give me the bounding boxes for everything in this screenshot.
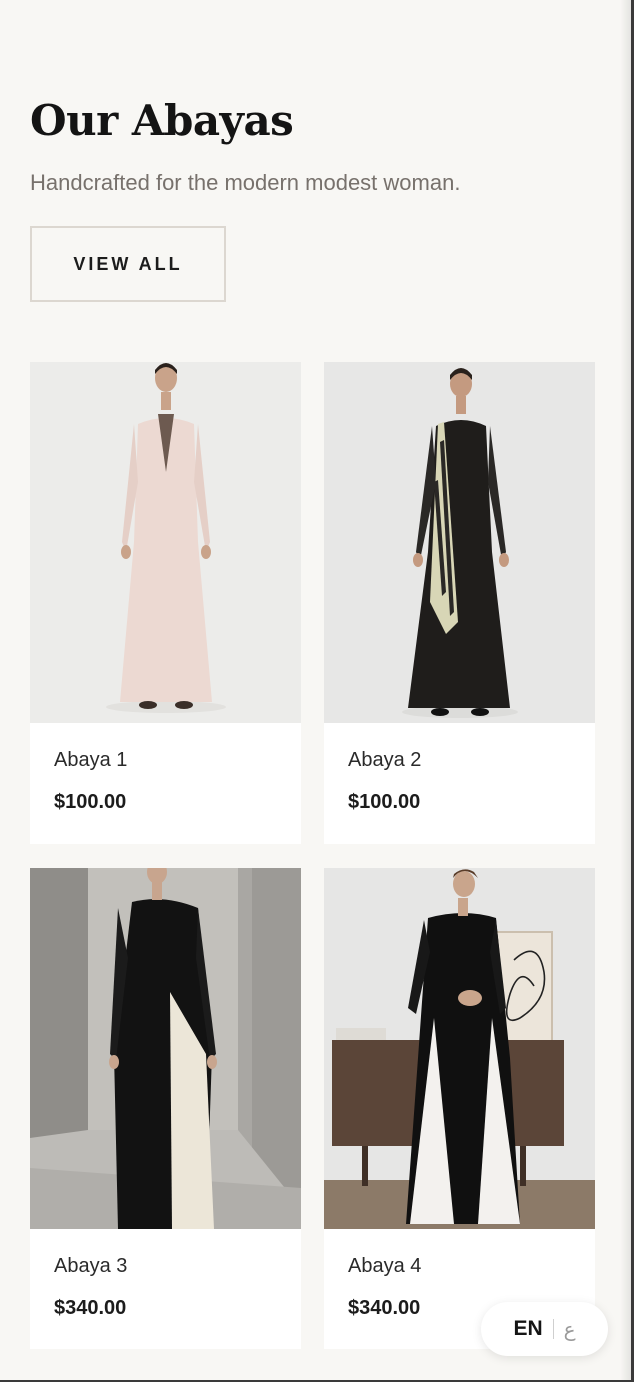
- language-ar-option[interactable]: ع: [564, 1317, 576, 1341]
- section-subtitle: Handcrafted for the modern modest woman.: [30, 170, 461, 195]
- product-name[interactable]: Abaya 4: [348, 1255, 421, 1278]
- product-price: $100.00: [348, 791, 421, 813]
- product-name[interactable]: Abaya 3: [54, 1255, 127, 1278]
- product-image[interactable]: [324, 362, 595, 723]
- language-divider: [552, 1319, 554, 1339]
- view-all-button[interactable]: VIEW ALL: [30, 226, 226, 302]
- product-image[interactable]: [30, 362, 301, 723]
- language-toggle[interactable]: EN ع: [481, 1302, 608, 1356]
- product-name[interactable]: Abaya 1: [54, 749, 127, 772]
- product-image[interactable]: [324, 868, 595, 1229]
- product-price: $100.00: [54, 791, 127, 813]
- product-price: $340.00: [348, 1297, 421, 1319]
- product-card[interactable]: Abaya 3 $340.00: [30, 868, 301, 1349]
- language-en-option[interactable]: EN: [513, 1317, 542, 1341]
- product-card[interactable]: Abaya 2 $100.00: [324, 362, 595, 844]
- product-price: $340.00: [54, 1297, 127, 1319]
- product-image[interactable]: [30, 868, 301, 1229]
- product-card[interactable]: Abaya 1 $100.00: [30, 362, 301, 844]
- section-title: Our Abayas: [30, 96, 294, 145]
- product-card[interactable]: Abaya 4 $340.00: [324, 868, 595, 1349]
- product-name[interactable]: Abaya 2: [348, 749, 421, 772]
